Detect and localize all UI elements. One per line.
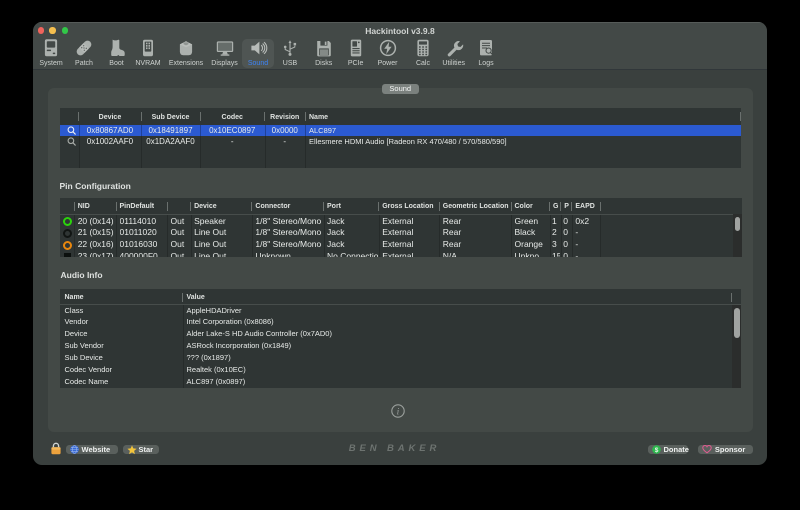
svg-text:$: $ [655, 447, 659, 454]
svg-text:i: i [396, 407, 399, 417]
